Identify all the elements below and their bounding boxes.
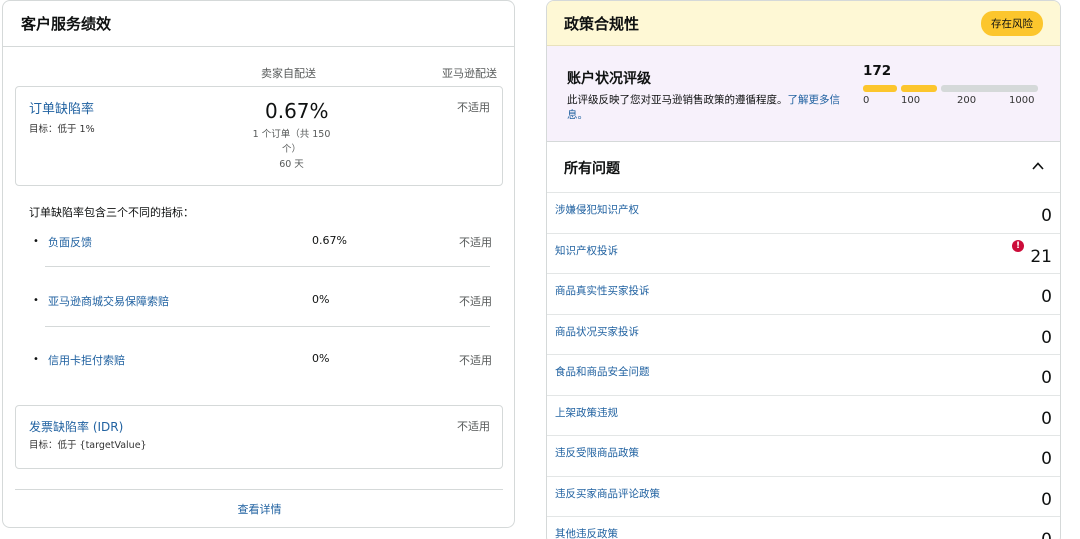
card-title: 政策合规性: [564, 14, 640, 33]
breakdown-title: 订单缺陷率包含三个不同的指标：: [29, 206, 194, 219]
column-header-seller-fulfilled: 卖家自配送: [261, 67, 316, 80]
metric-value: 0%: [312, 352, 330, 365]
metric-amazon-value: 不适用: [459, 354, 492, 367]
metric-amazon-value: 不适用: [459, 236, 492, 249]
all-issues-title: 所有问题: [564, 161, 620, 177]
account-health-rating-section: 账户状况评级 此评级反映了您对亚马逊销售政策的遵循程度。了解更多信息。 172 …: [547, 46, 1060, 142]
issue-row: 上架政策违规 0: [547, 396, 1060, 436]
issue-row: 涉嫌侵犯知识产权 0: [547, 193, 1060, 234]
metric-amazon-value: 不适用: [459, 295, 492, 308]
issue-count: 0: [1041, 368, 1052, 388]
account-health-rating-description: 此评级反映了您对亚马逊销售政策的遵循程度。了解更多信息。: [567, 93, 842, 123]
issue-row: 食品和商品安全问题 0: [547, 355, 1060, 396]
divider: [45, 326, 490, 327]
bullet-icon: •: [33, 295, 39, 306]
invoice-defect-rate-target: 目标：低于 {targetValue}: [29, 440, 147, 451]
issue-link[interactable]: 商品真实性买家投诉: [555, 283, 650, 298]
column-header-amazon-fulfilled: 亚马逊配送: [442, 67, 497, 80]
order-defect-rate-value: 0.67%: [265, 99, 329, 123]
issue-count: 21: [1030, 246, 1052, 267]
tick-label: 1000: [1009, 95, 1035, 106]
issue-count: 0: [1041, 287, 1052, 307]
bar-segment-0-100: [863, 85, 897, 92]
tick-label: 0: [863, 95, 870, 106]
bullet-icon: •: [33, 354, 39, 365]
divider: [45, 266, 490, 267]
invoice-defect-rate-box: 发票缺陷率 (IDR) 目标：低于 {targetValue} 不适用: [15, 405, 503, 469]
metric-row-negative-feedback: • 负面反馈 0.67% 不适用: [33, 234, 495, 254]
invoice-defect-rate-link[interactable]: 发票缺陷率 (IDR): [29, 418, 123, 435]
metric-row-chargeback-claims: • 信用卡拒付索赔 0% 不适用: [33, 352, 495, 372]
issue-count: 0: [1041, 327, 1052, 348]
account-health-rating-bar: [863, 85, 1038, 92]
issue-row: 违反受限商品政策 0: [547, 436, 1060, 477]
issue-row: 违反买家商品评论政策 0: [547, 477, 1060, 517]
detail-line: 个）: [281, 144, 301, 155]
column-headers: 卖家自配送 亚马逊配送: [3, 47, 514, 85]
issue-row: 知识产权投诉! 21: [547, 234, 1060, 274]
bar-segment-200-1000: [941, 85, 1038, 92]
card-title: 客户服务绩效: [21, 15, 112, 33]
issue-count: 0: [1041, 206, 1052, 226]
issue-count: 0: [1041, 449, 1052, 469]
order-defect-rate-link[interactable]: 订单缺陷率: [29, 98, 94, 117]
issue-count: 0: [1041, 489, 1052, 510]
issue-link[interactable]: 商品状况买家投诉: [555, 324, 639, 339]
bar-segment-100-200: [901, 85, 937, 92]
issue-count: 0: [1041, 530, 1052, 539]
issue-link[interactable]: 上架政策违规: [555, 405, 618, 420]
chevron-up-icon[interactable]: [1032, 160, 1044, 172]
metric-link[interactable]: 负面反馈: [48, 234, 92, 250]
metric-value: 0.67%: [312, 234, 347, 247]
description-text: 此评级反映了您对亚马逊销售政策的遵循程度。: [567, 94, 788, 106]
bullet-icon: •: [33, 236, 39, 247]
metric-value: 0%: [312, 293, 330, 306]
account-health-rating-title: 账户状况评级: [567, 71, 651, 87]
detail-line: 60 天: [279, 159, 304, 170]
detail-line: 1 个订单（共 150: [252, 129, 331, 140]
invoice-defect-rate-amazon-value: 不适用: [457, 420, 490, 433]
issue-row: 商品真实性买家投诉 0: [547, 274, 1060, 315]
customer-service-performance-card: 客户服务绩效 卖家自配送 亚马逊配送 订单缺陷率 目标：低于 1% 0.67% …: [2, 0, 515, 528]
issue-link[interactable]: 其他违反政策: [555, 526, 618, 539]
issue-link[interactable]: 知识产权投诉: [555, 243, 618, 258]
card-header: 客户服务绩效: [3, 1, 514, 47]
card-header: 政策合规性 存在风险: [547, 1, 1060, 46]
issues-list: 涉嫌侵犯知识产权 0 知识产权投诉! 21 商品真实性买家投诉 0 商品状况买家投诉 0 食品和…: [547, 193, 1060, 539]
all-issues-header[interactable]: 所有问题: [547, 142, 1060, 193]
policy-compliance-card: 政策合规性 存在风险 账户状况评级 此评级反映了您对亚马逊销售政策的遵循程度。了…: [546, 0, 1061, 539]
divider: [15, 489, 503, 490]
order-defect-rate-detail: 1 个订单（共 150 个） 60 天: [244, 127, 339, 172]
tick-label: 100: [901, 95, 921, 106]
issue-link[interactable]: 涉嫌侵犯知识产权: [555, 202, 639, 217]
tick-label: 200: [957, 95, 977, 106]
at-risk-badge: 存在风险: [981, 10, 1043, 36]
issue-link[interactable]: 违反受限商品政策: [555, 445, 639, 460]
order-defect-rate-target: 目标：低于 1%: [29, 124, 95, 135]
alert-icon: !: [1012, 239, 1024, 252]
view-details-link[interactable]: 查看详情: [3, 501, 514, 517]
issue-count: 0: [1041, 408, 1052, 429]
metric-link[interactable]: 信用卡拒付索赔: [48, 352, 125, 368]
rating-scale-ticks: 0 100 200 1000: [863, 95, 1043, 109]
issue-row: 商品状况买家投诉 0: [547, 315, 1060, 355]
account-health-score: 172: [863, 63, 892, 79]
issue-link[interactable]: 食品和商品安全问题: [555, 364, 650, 379]
order-defect-rate-box: 订单缺陷率 目标：低于 1% 0.67% 1 个订单（共 150 个） 60 天…: [15, 86, 503, 186]
issue-link[interactable]: 违反买家商品评论政策: [555, 486, 660, 501]
order-defect-rate-amazon-value: 不适用: [457, 101, 490, 114]
metric-link[interactable]: 亚马逊商城交易保障索赔: [48, 293, 169, 309]
issue-row: 其他违反政策 0: [547, 517, 1060, 539]
metric-row-a-to-z-claims: • 亚马逊商城交易保障索赔 0% 不适用: [33, 293, 495, 313]
